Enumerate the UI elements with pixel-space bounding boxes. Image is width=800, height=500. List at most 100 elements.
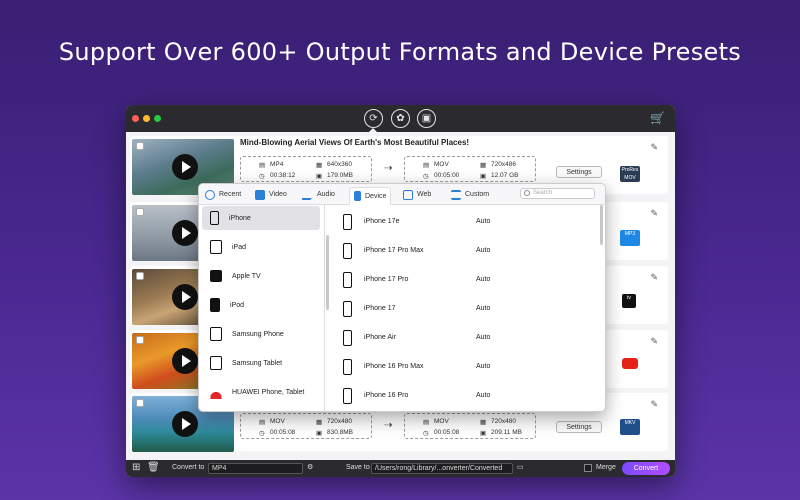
edit-icon[interactable]: ✎ — [650, 399, 658, 410]
clock-icon: ◷ — [423, 173, 429, 180]
device-item[interactable]: iPhone 17e Auto — [329, 207, 594, 236]
device-item[interactable]: iPhone Air Auto — [329, 323, 594, 352]
row-checkbox[interactable] — [136, 272, 144, 280]
device-list: iPhone 17e Auto iPhone 17 Pro Max Auto i… — [329, 205, 603, 411]
prores-mov-icon[interactable]: ProRes MOV — [620, 166, 640, 182]
save-to-label: Save to — [346, 464, 370, 471]
row-checkbox[interactable] — [136, 336, 144, 344]
device-item[interactable]: iPhone 17 Auto — [329, 294, 594, 323]
edit-icon[interactable]: ✎ — [650, 142, 658, 153]
row-checkbox[interactable] — [136, 142, 144, 150]
target-format-box[interactable]: ▤ MOV ▦ 720x486 ◷ 00:05:00 ▣ 12.07 GB — [404, 156, 536, 182]
edit-icon[interactable]: ✎ — [650, 336, 658, 347]
resolution-icon: ▦ — [316, 419, 323, 426]
category-samsung-phone[interactable]: Samsung Phone — [202, 322, 320, 346]
play-button[interactable] — [172, 220, 198, 246]
film-reel-icon[interactable]: ✿ — [391, 109, 410, 128]
play-button[interactable] — [172, 348, 198, 374]
tab-web[interactable]: Web — [403, 187, 431, 202]
device-item[interactable]: iPhone 17 Pro Auto — [329, 265, 594, 294]
settings-button[interactable]: Settings — [556, 421, 602, 433]
search-input[interactable]: Search — [520, 188, 595, 199]
merge-checkbox[interactable] — [584, 464, 592, 472]
tab-video[interactable]: Video — [255, 187, 287, 202]
device-scrollbar[interactable] — [600, 205, 603, 245]
size-icon: ▣ — [316, 430, 323, 437]
device-item[interactable]: iPhone 16 Pro Max Auto — [329, 352, 594, 381]
search-icon — [524, 190, 530, 196]
format-tabs: Recent Video Audio Device Web Custom Sea… — [199, 184, 605, 205]
bottom-bar: ⊞ 🗑 Convert to MP4 ⚙ Save to /Users/rong… — [126, 460, 675, 477]
convert-arrow-icon: ⇢ — [384, 163, 393, 174]
film-icon: ▤ — [259, 162, 266, 169]
source-format-box: ▤ MOV ▦ 720x480 ◷ 00:05:08 ▣ 830.8MB — [240, 413, 372, 439]
zoom-window-button[interactable] — [154, 115, 161, 122]
size-icon: ▣ — [480, 430, 487, 437]
convert-arrow-icon: ⇢ — [384, 420, 393, 431]
category-huawei[interactable]: HUAWEI Phone, Tablet — [202, 380, 320, 404]
edit-icon[interactable]: ✎ — [650, 272, 658, 283]
category-iphone[interactable]: iPhone — [202, 206, 320, 230]
folder-icon[interactable]: ▭ — [517, 463, 524, 471]
mkv-icon[interactable]: MKV — [620, 419, 640, 435]
device-item[interactable]: iPhone 16 Pro Auto — [329, 381, 594, 410]
device-item[interactable]: iPhone 17 Pro Max Auto — [329, 236, 594, 265]
audio-icon — [301, 189, 315, 200]
add-file-icon[interactable]: ⊞ — [132, 462, 140, 473]
category-samsung-tablet[interactable]: Samsung Tablet — [202, 351, 320, 375]
samsung-tablet-icon — [210, 356, 222, 370]
settings-button[interactable]: Settings — [556, 166, 602, 178]
convert-to-select[interactable]: MP4 — [208, 463, 303, 474]
iphone-icon — [343, 330, 352, 346]
resolution-icon: ▦ — [316, 162, 323, 169]
iphone-icon — [343, 388, 352, 404]
toolbox-icon[interactable]: ▣ — [417, 109, 436, 128]
tab-device[interactable]: Device — [349, 187, 392, 205]
category-ipad[interactable]: iPad — [202, 235, 320, 259]
tab-recent[interactable]: Recent — [205, 187, 241, 202]
close-window-button[interactable] — [132, 115, 139, 122]
youtube-icon[interactable] — [622, 358, 638, 369]
target-format-box[interactable]: ▤ MOV ▦ 720x480 ◷ 00:05:08 ▣ 209.11 MB — [404, 413, 536, 439]
category-apple-tv[interactable]: Apple TV — [202, 264, 320, 288]
web-icon — [403, 189, 413, 200]
film-icon: ▤ — [423, 162, 430, 169]
film-icon: ▤ — [259, 419, 266, 426]
play-button[interactable] — [172, 284, 198, 310]
trash-icon[interactable]: 🗑 — [147, 462, 160, 473]
gear-icon[interactable]: ⚙ — [307, 463, 313, 471]
play-button[interactable] — [172, 154, 198, 180]
category-list: iPhone iPad Apple TV iPod Samsung Phone … — [199, 205, 329, 411]
headline: Support Over 600+ Output Formats and Dev… — [58, 38, 742, 66]
format-popup: Recent Video Audio Device Web Custom Sea… — [198, 183, 606, 412]
cart-icon[interactable]: 🛒 — [650, 111, 665, 125]
device-icon — [354, 191, 361, 201]
convert-button[interactable]: Convert — [622, 462, 670, 475]
clock-icon: ◷ — [259, 173, 265, 180]
recent-icon — [205, 189, 215, 200]
film-icon: ▤ — [423, 419, 430, 426]
samsung-phone-icon — [210, 327, 222, 341]
ipod-icon — [210, 298, 220, 312]
iphone-icon — [343, 243, 352, 259]
edit-icon[interactable]: ✎ — [650, 208, 658, 219]
video-title: Mind-Blowing Aerial Views Of Earth's Mos… — [240, 138, 470, 147]
row-checkbox[interactable] — [136, 399, 144, 407]
titlebar: ⟳ ✿ ▣ 🛒 — [126, 105, 675, 132]
play-button[interactable] — [172, 411, 198, 437]
apple-tv-icon[interactable]: tv — [622, 294, 636, 308]
save-to-select[interactable]: /Users/rong/Library/...onverter/Converte… — [371, 463, 513, 474]
row-checkbox[interactable] — [136, 208, 144, 216]
iphone-icon — [343, 359, 352, 375]
convert-icon[interactable]: ⟳ — [364, 109, 383, 128]
category-ipod[interactable]: iPod — [202, 293, 320, 317]
minimize-window-button[interactable] — [143, 115, 150, 122]
tab-audio[interactable]: Audio — [301, 187, 335, 202]
mp3-icon[interactable]: MP3 — [620, 230, 640, 246]
convert-to-label: Convert to — [172, 464, 205, 471]
size-icon: ▣ — [480, 173, 487, 180]
iphone-icon — [343, 301, 352, 317]
clock-icon: ◷ — [423, 430, 429, 437]
tab-custom[interactable]: Custom — [451, 187, 489, 202]
ipad-icon — [210, 240, 222, 254]
